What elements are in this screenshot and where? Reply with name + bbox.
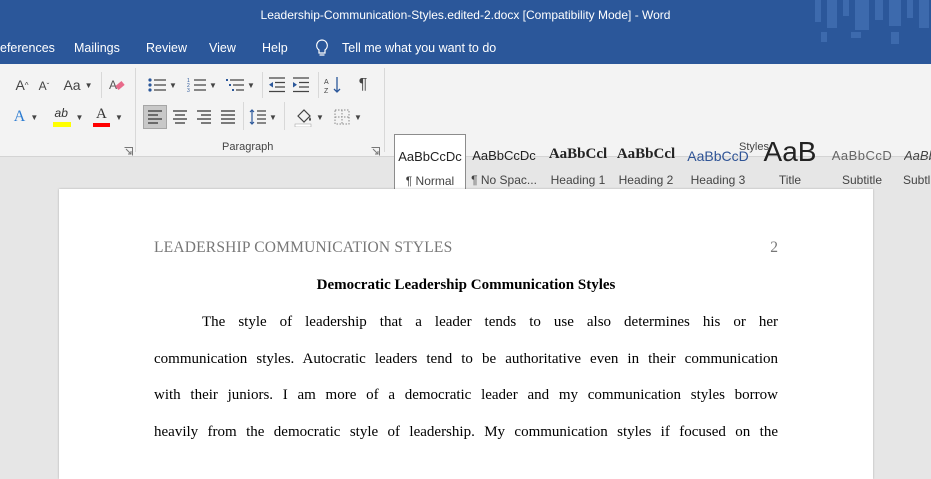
title-bar: Leadership-Communication-Styles.edited-2… <box>0 0 931 32</box>
svg-text:3: 3 <box>187 88 190 93</box>
style-preview: AaBbCcDc <box>398 149 462 164</box>
grow-font-button[interactable]: A ^ <box>10 74 34 96</box>
shrink-font-button[interactable]: Aˇ <box>34 76 54 96</box>
page-number: 2 <box>770 239 778 256</box>
tell-me-search[interactable]: Tell me what you want to do <box>342 41 496 55</box>
svg-text:Z: Z <box>324 88 329 94</box>
style-preview: AaBbCcl <box>548 146 608 162</box>
line-spacing-icon <box>249 109 267 125</box>
style-normal[interactable]: AaBbCcDc ¶ Normal <box>394 134 466 192</box>
section-heading: Democratic Leadership Communication Styl… <box>316 277 616 293</box>
eraser-icon: A <box>109 78 125 92</box>
style-name: ¶ Normal <box>405 174 455 188</box>
title-bar-decoration <box>815 0 929 30</box>
style-preview: AaBb <box>904 148 931 163</box>
sort-button[interactable]: AZ <box>322 74 344 96</box>
text-effects-button[interactable]: A ▼ <box>8 105 44 129</box>
align-right-button[interactable] <box>192 105 216 129</box>
align-left-button[interactable] <box>143 105 167 129</box>
ribbon: A ^ Aˇ Aa ▼ A A ▼ ab ▼ A ▼ ▼ 1 2 3 ▼ ▼ A… <box>0 64 931 192</box>
paint-bucket-icon <box>294 109 312 127</box>
borders-icon <box>334 109 350 125</box>
change-case-button[interactable]: Aa ▼ <box>60 74 96 96</box>
grow-font-icon: A <box>15 77 25 93</box>
style-name: Heading 2 <box>618 173 674 187</box>
style-subtitle[interactable]: AaBbCcD Subtitle <box>826 134 898 192</box>
decrease-indent-icon <box>269 77 285 93</box>
increase-indent-icon <box>293 77 309 93</box>
justify-button[interactable] <box>216 105 240 129</box>
tab-view[interactable]: View <box>209 41 236 55</box>
align-left-icon <box>148 110 162 124</box>
body-line: The style of leadership that a leader te… <box>202 314 778 330</box>
align-center-button[interactable] <box>168 105 192 129</box>
document-page[interactable]: LEADERSHIP COMMUNICATION STYLES 2 Democr… <box>59 189 873 479</box>
clear-formatting-button[interactable]: A <box>106 74 128 96</box>
style-name: Title <box>778 173 802 187</box>
numbering-icon: 123 <box>187 78 207 93</box>
text-effects-icon: A <box>13 108 26 125</box>
change-case-icon: Aa <box>63 77 81 93</box>
align-right-icon <box>197 110 211 124</box>
tab-references[interactable]: eferences <box>0 41 55 55</box>
borders-button[interactable]: ▼ <box>330 105 366 129</box>
running-head: LEADERSHIP COMMUNICATION STYLES <box>154 239 453 256</box>
body-line: communication styles. Autocratic leaders… <box>154 351 778 367</box>
font-color-icon: A <box>93 106 111 128</box>
justify-icon <box>221 110 235 124</box>
lightbulb-icon[interactable] <box>315 39 329 60</box>
style-no-spacing[interactable]: AaBbCcDc ¶ No Spac... <box>468 134 540 192</box>
tab-review[interactable]: Review <box>146 41 187 55</box>
bullets-icon <box>148 78 167 92</box>
shading-button[interactable]: ▼ <box>290 105 328 129</box>
highlight-button[interactable]: ab ▼ <box>48 105 88 129</box>
ribbon-tabs: eferences Mailings Review View Help Tell… <box>0 32 931 64</box>
tab-mailings[interactable]: Mailings <box>74 41 120 55</box>
pilcrow-icon: ¶ <box>358 76 368 93</box>
svg-text:A: A <box>324 79 329 86</box>
window-title: Leadership-Communication-Styles.edited-2… <box>260 8 671 22</box>
paragraph-group-label: Paragraph <box>222 141 274 153</box>
sort-icon: AZ <box>324 77 341 94</box>
align-center-icon <box>173 110 187 124</box>
bullets-button[interactable]: ▼ <box>144 74 180 96</box>
style-name: Subtl <box>903 173 931 187</box>
menu-bar-decoration <box>821 32 899 44</box>
increase-indent-button[interactable] <box>290 74 312 96</box>
body-line: heavily from the democratic style of lea… <box>154 424 778 440</box>
shrink-font-icon: A <box>38 79 47 93</box>
numbering-button[interactable]: 1 2 3 ▼ <box>184 74 220 96</box>
style-heading-2[interactable]: AaBbCcl Heading 2 <box>614 134 678 192</box>
svg-text:A: A <box>109 78 117 92</box>
style-heading-1[interactable]: AaBbCcl Heading 1 <box>542 134 614 192</box>
multilevel-list-icon <box>226 79 245 91</box>
multilevel-list-button[interactable]: ▼ <box>222 74 258 96</box>
style-name: Heading 1 <box>550 173 606 187</box>
style-preview: AaBbCcDc <box>472 148 536 163</box>
decrease-indent-button[interactable] <box>266 74 288 96</box>
font-color-button[interactable]: A ▼ <box>90 105 126 129</box>
style-name: Subtitle <box>841 173 883 187</box>
font-dialog-launcher[interactable] <box>124 143 133 156</box>
body-line: with their juniors. I am more of a democ… <box>154 387 778 403</box>
show-formatting-marks-button[interactable]: ¶ <box>352 74 374 96</box>
style-name: ¶ No Spac... <box>471 173 537 187</box>
styles-group-label: Styles <box>739 141 769 153</box>
style-preview: AaBbCcD <box>831 148 893 163</box>
line-spacing-button[interactable]: ▼ <box>246 105 280 129</box>
highlighter-icon: ab <box>52 106 73 128</box>
paragraph-dialog-launcher[interactable] <box>371 143 380 156</box>
styles-gallery: AaBbCcDc ¶ Normal AaBbCcDc ¶ No Spac... … <box>392 134 931 192</box>
style-subtle-emphasis[interactable]: AaBb Subtl <box>900 134 931 192</box>
tab-help[interactable]: Help <box>262 41 288 55</box>
style-preview: AaBbCcl <box>616 146 676 162</box>
style-name: Heading 3 <box>690 173 746 187</box>
